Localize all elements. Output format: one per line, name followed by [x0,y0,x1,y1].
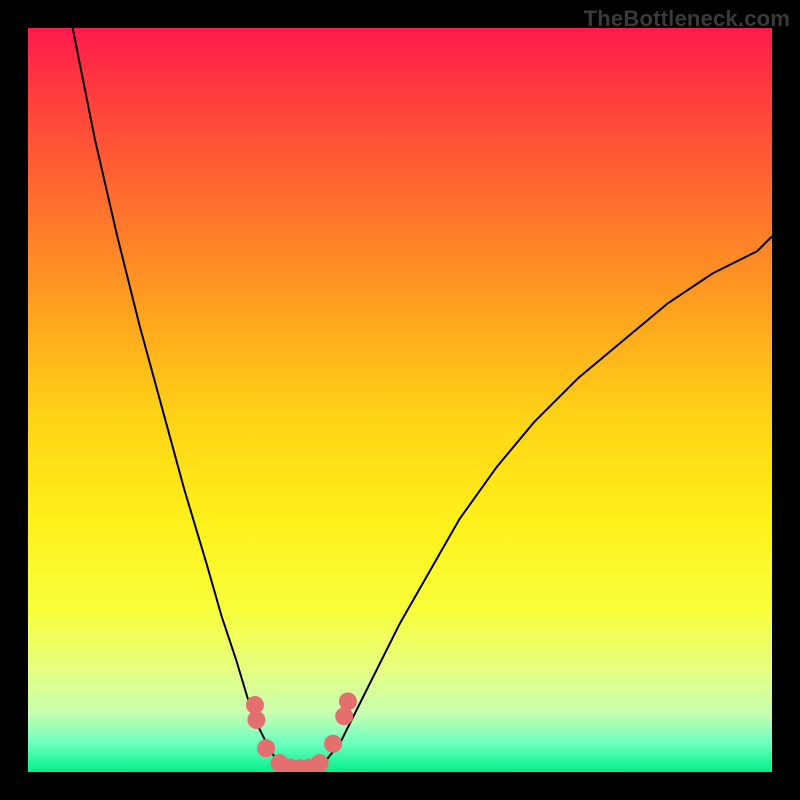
marker-group [246,692,357,772]
bottleneck-curve [73,28,772,771]
chart-frame: TheBottleneck.com [0,0,800,800]
curve-marker [311,754,329,772]
plot-area [28,28,772,772]
watermark-text: TheBottleneck.com [584,6,790,32]
curve-marker [247,711,265,729]
curve-marker [339,692,357,710]
curve-svg [28,28,772,772]
curve-marker [324,735,342,753]
curve-marker [257,739,275,757]
